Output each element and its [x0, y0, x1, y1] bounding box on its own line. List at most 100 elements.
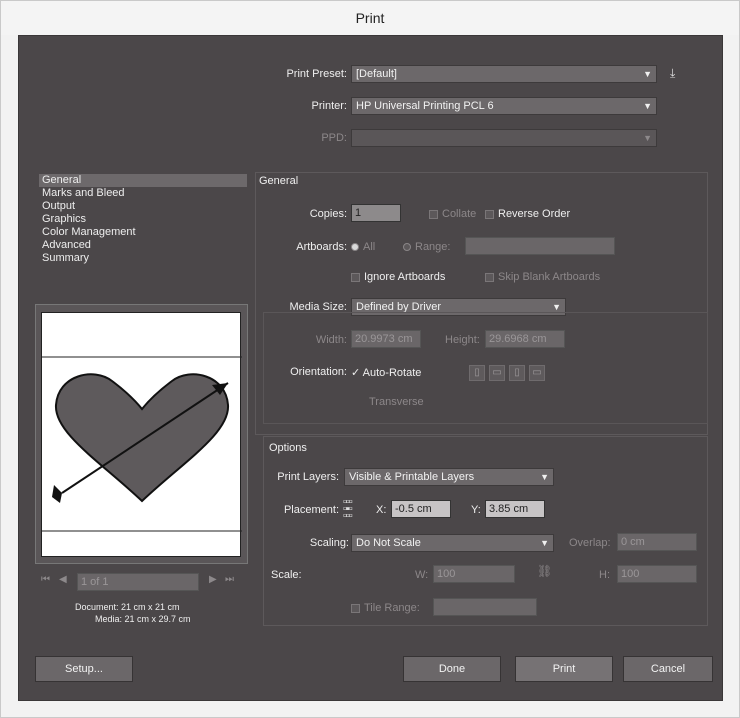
- print-preset-label: Print Preset:: [286, 68, 347, 80]
- chevron-down-icon: ▼: [540, 538, 549, 548]
- check-icon: ✓: [351, 367, 363, 379]
- width-label: Width:: [315, 334, 347, 346]
- reverse-check-box[interactable]: [485, 209, 494, 219]
- portrait-flipped-icon[interactable]: ▯: [509, 365, 525, 381]
- general-heading: General: [259, 175, 299, 187]
- landscape-icon[interactable]: ▭: [489, 365, 505, 381]
- scale-height-input[interactable]: 100: [617, 565, 697, 583]
- chevron-down-icon: ▼: [643, 69, 652, 79]
- scaling-select[interactable]: Do Not Scale ▼: [351, 534, 554, 552]
- chevron-down-icon: ▼: [540, 472, 549, 482]
- prev-page-icon[interactable]: ◀: [59, 574, 67, 585]
- reverse-order-checkbox[interactable]: Reverse Order: [485, 208, 570, 220]
- ignore-check-box[interactable]: [351, 272, 360, 282]
- sidebar-item-output[interactable]: Output: [39, 200, 247, 213]
- print-button[interactable]: Print: [515, 656, 613, 682]
- overlap-input[interactable]: 0 cm: [617, 533, 697, 551]
- y-label: Y:: [471, 504, 481, 516]
- scale-width-input[interactable]: 100: [433, 565, 515, 583]
- sidebar: General Marks and Bleed Output Graphics …: [39, 174, 247, 265]
- tile-range-label: Tile Range:: [364, 602, 420, 614]
- w-label: W:: [415, 569, 429, 581]
- page-number-input[interactable]: 1 of 1: [77, 573, 199, 591]
- print-dialog: Print Preset: [Default] ▼ ⤓ Printer: HP …: [18, 35, 723, 701]
- collate-label: Collate: [442, 208, 477, 220]
- portrait-icon[interactable]: ▯: [469, 365, 485, 381]
- link-icon[interactable]: ⛓: [537, 564, 552, 578]
- x-label: X:: [376, 504, 387, 516]
- all-label: All: [363, 241, 376, 253]
- sidebar-item-general[interactable]: General: [39, 174, 247, 187]
- copies-input[interactable]: 1: [351, 204, 401, 222]
- scaling-value: Do Not Scale: [356, 537, 421, 549]
- landscape-flipped-icon[interactable]: ▭: [529, 365, 545, 381]
- sidebar-item-graphics[interactable]: Graphics: [39, 213, 247, 226]
- preview-paper: [41, 312, 242, 557]
- chevron-down-icon: ▼: [643, 101, 652, 111]
- ignore-artboards-label: Ignore Artboards: [364, 271, 446, 283]
- collate-checkbox[interactable]: Collate: [429, 208, 476, 220]
- print-layers-label: Print Layers:: [277, 471, 339, 483]
- range-input[interactable]: [465, 237, 615, 255]
- ppd-select[interactable]: ▼: [351, 129, 657, 147]
- skip-blank-label: Skip Blank Artboards: [498, 271, 601, 283]
- print-layers-select[interactable]: Visible & Printable Layers ▼: [344, 468, 554, 486]
- placement-label: Placement:: [283, 504, 339, 516]
- skip-check-box[interactable]: [485, 272, 494, 282]
- range-label: Range:: [415, 241, 451, 253]
- all-radio-dot[interactable]: [351, 243, 359, 252]
- setup-button[interactable]: Setup...: [35, 656, 133, 682]
- last-page-icon[interactable]: ⏭: [225, 574, 234, 585]
- width-input[interactable]: 20.9973 cm: [351, 330, 421, 348]
- collate-check-box[interactable]: [429, 209, 438, 219]
- sidebar-item-summary[interactable]: Summary: [39, 252, 247, 265]
- scale-label: Scale:: [271, 569, 302, 581]
- all-radio[interactable]: All: [351, 241, 375, 253]
- range-radio-dot[interactable]: [403, 243, 411, 252]
- transverse-label: Transverse: [369, 396, 424, 408]
- print-layers-value: Visible & Printable Layers: [349, 471, 475, 483]
- height-input[interactable]: 29.6968 cm: [485, 330, 565, 348]
- chevron-down-icon: ▼: [643, 133, 652, 143]
- printer-label: Printer:: [311, 100, 347, 112]
- y-input[interactable]: 3.85 cm: [485, 500, 545, 518]
- artboards-label: Artboards:: [296, 241, 347, 253]
- window-title: Print: [1, 1, 739, 35]
- tile-range-input[interactable]: [433, 598, 537, 616]
- skip-blank-checkbox[interactable]: Skip Blank Artboards: [485, 271, 600, 283]
- done-button[interactable]: Done: [403, 656, 501, 682]
- ppd-label: PPD:: [321, 132, 347, 144]
- placement-grid-icon[interactable]: ▫▫▫ ▫▪▫ ▫▫▫: [343, 497, 353, 522]
- save-preset-icon[interactable]: ⤓: [670, 66, 675, 81]
- copies-label: Copies:: [309, 208, 347, 220]
- h-label: H:: [599, 569, 610, 581]
- sidebar-item-color-management[interactable]: Color Management: [39, 226, 247, 239]
- reverse-order-label: Reverse Order: [498, 208, 571, 220]
- range-radio[interactable]: Range:: [403, 241, 450, 253]
- auto-rotate-checkbox[interactable]: ✓ Auto-Rotate: [351, 366, 421, 379]
- orientation-label: Orientation:: [290, 366, 347, 378]
- printer-value: HP Universal Printing PCL 6: [356, 100, 494, 112]
- transverse-checkbox[interactable]: Transverse: [369, 396, 424, 408]
- print-window: Print Print Preset: [Default] ▼ ⤓ Printe…: [0, 0, 740, 718]
- x-input[interactable]: -0.5 cm: [391, 500, 451, 518]
- ignore-artboards-checkbox[interactable]: Ignore Artboards: [351, 271, 445, 283]
- tile-check-box[interactable]: [351, 603, 360, 613]
- tile-range-checkbox[interactable]: Tile Range:: [351, 602, 420, 614]
- height-label: Height:: [445, 334, 480, 346]
- heart-arrow-graphic: [42, 356, 242, 532]
- arrow-tail: [52, 485, 62, 503]
- media-size-info: Media: 21 cm x 29.7 cm: [95, 614, 191, 624]
- print-preset-select[interactable]: [Default] ▼: [351, 65, 657, 83]
- auto-rotate-label: Auto-Rotate: [362, 367, 422, 379]
- document-size-info: Document: 21 cm x 21 cm: [75, 602, 180, 612]
- print-preset-value: [Default]: [356, 68, 397, 80]
- printer-select[interactable]: HP Universal Printing PCL 6 ▼: [351, 97, 657, 115]
- sidebar-item-marks-and-bleed[interactable]: Marks and Bleed: [39, 187, 247, 200]
- sidebar-item-advanced[interactable]: Advanced: [39, 239, 247, 252]
- cancel-button[interactable]: Cancel: [623, 656, 713, 682]
- first-page-icon[interactable]: ⏮: [41, 574, 50, 585]
- heart-shape: [54, 373, 230, 503]
- next-page-icon[interactable]: ▶: [209, 574, 217, 585]
- scaling-label: Scaling:: [309, 537, 349, 549]
